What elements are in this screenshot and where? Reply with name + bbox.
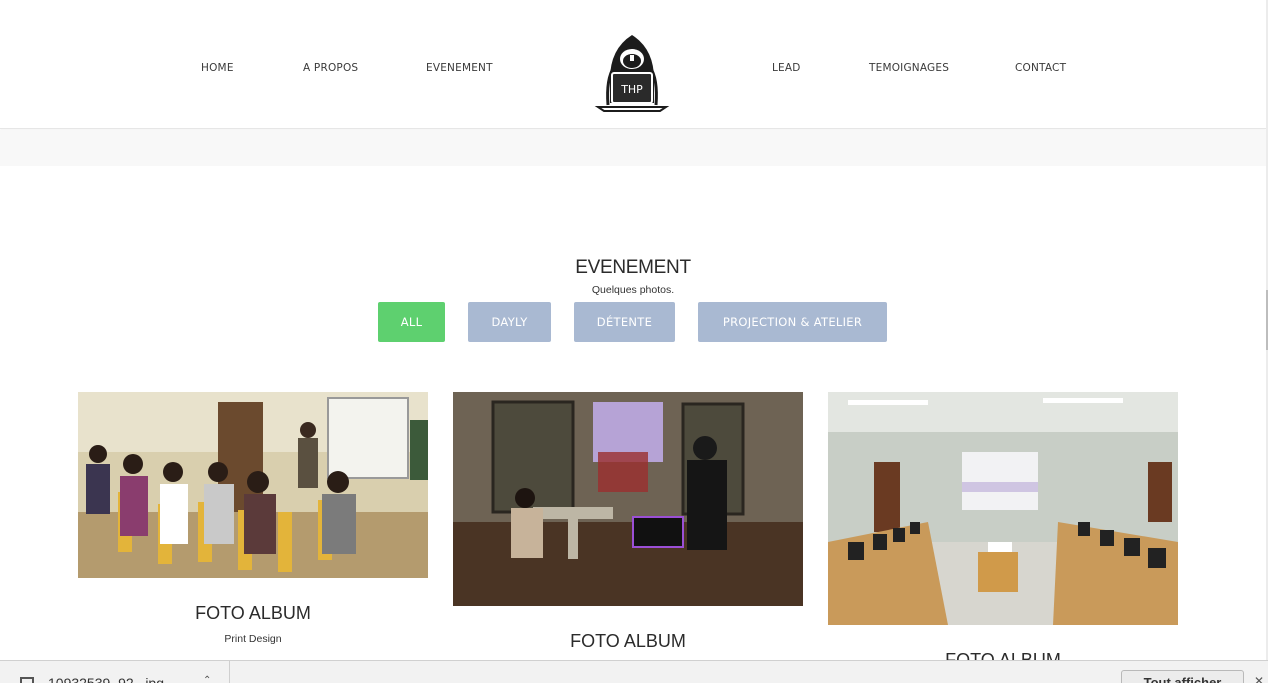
nav-home[interactable]: HOME <box>201 62 234 74</box>
filter-detente-button[interactable]: DÉTENTE <box>574 302 675 342</box>
card-1-title: FOTO ALBUM <box>195 603 311 623</box>
file-icon <box>20 677 34 683</box>
nav-lead[interactable]: LEAD <box>772 62 801 74</box>
nav-evenement[interactable]: EVENEMENT <box>426 62 493 74</box>
download-bar: 10932539_92...jpg ⌃ Tout afficher ✕ <box>0 660 1268 683</box>
nav-contact[interactable]: CONTACT <box>1015 62 1066 74</box>
filter-projection-atelier-button[interactable]: PROJECTION & ATELIER <box>698 302 887 342</box>
nav-temoignages[interactable]: TEMOIGNAGES <box>869 62 949 74</box>
filter-dayly-button[interactable]: DAYLY <box>468 302 551 342</box>
card-2-image[interactable] <box>453 392 803 606</box>
header-spacer-band <box>0 130 1266 166</box>
card-3-image[interactable] <box>828 392 1178 625</box>
show-all-button[interactable]: Tout afficher <box>1121 670 1244 683</box>
close-icon[interactable]: ✕ <box>1254 674 1264 683</box>
section-subtitle: Quelques photos. <box>591 284 675 296</box>
card-1-subtitle: Print Design <box>224 633 282 645</box>
filter-all-button[interactable]: ALL <box>378 302 445 342</box>
nav-a-propos[interactable]: A PROPOS <box>303 62 358 74</box>
download-item[interactable]: 10932539_92...jpg ⌃ <box>0 661 230 683</box>
site-header: HOME A PROPOS EVENEMENT THP LEAD TEMOIGN… <box>0 0 1266 129</box>
card-2-title: FOTO ALBUM <box>570 631 686 651</box>
section-title: EVENEMENT <box>575 257 691 278</box>
card-1-image[interactable] <box>78 392 428 578</box>
chevron-down-icon[interactable]: ⌃ <box>203 675 211 683</box>
download-file-name: 10932539_92...jpg <box>48 675 164 683</box>
page: HOME A PROPOS EVENEMENT THP LEAD TEMOIGN… <box>0 0 1268 683</box>
logo-text: THP <box>620 83 643 96</box>
thp-logo[interactable]: THP <box>594 27 670 113</box>
